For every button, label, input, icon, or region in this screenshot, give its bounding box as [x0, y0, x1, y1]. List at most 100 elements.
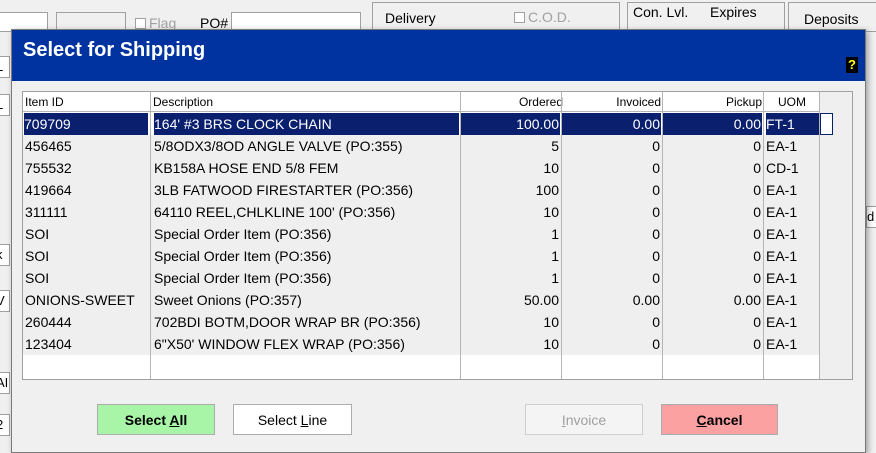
cell-pickup: 0 — [753, 248, 761, 264]
select-for-shipping-dialog: Select for Shipping ? Item ID Descriptio… — [11, 29, 866, 453]
background-left-fragment: L — [0, 56, 10, 78]
cancel-button[interactable]: Cancel — [661, 404, 778, 435]
cell-invoiced: 0 — [652, 314, 660, 330]
cell-description: KB158A HOSE END 5/8 FEM — [154, 160, 339, 176]
grid-right-column — [819, 92, 852, 379]
column-divider — [150, 92, 151, 379]
cell-pickup: 0 — [753, 204, 761, 220]
dialog-title-bar[interactable]: Select for Shipping ? — [12, 30, 865, 81]
table-row[interactable]: 709709 164' #3 BRS CLOCK CHAIN 100.00 0.00 0… — [23, 113, 819, 135]
cell-description: 6"X50' WINDOW FLEX WRAP (PO:356) — [154, 336, 405, 352]
column-header-description[interactable]: Description — [153, 95, 213, 109]
background-right-fragment: d — [866, 206, 876, 228]
shipping-items-grid[interactable]: Item ID Description Ordered Invoiced Pic… — [22, 91, 853, 380]
table-row[interactable]: SOI Special Order Item (PO:356) 1 0 0 EA-1 — [23, 245, 819, 267]
cell-pickup: 0.00 — [663, 113, 762, 135]
background-left-fragment: V — [0, 290, 10, 312]
cell-ordered: 1 — [551, 226, 559, 242]
background-left-fragment: 2 — [0, 414, 10, 436]
cell-item-id: 260444 — [25, 314, 72, 330]
cell-invoiced: 0 — [652, 248, 660, 264]
cell-pickup: 0 — [753, 336, 761, 352]
cell-ordered: 1 — [551, 270, 559, 286]
deposits-label: Deposits — [804, 11, 859, 27]
cell-invoiced: 0 — [652, 182, 660, 198]
select-line-button[interactable]: Select Line — [233, 404, 352, 435]
delivery-label: Delivery — [385, 10, 436, 26]
invoice-button[interactable]: Invoice — [525, 404, 643, 435]
table-row[interactable]: ONIONS-SWEET Sweet Onions (PO:357) 50.00 0.… — [23, 289, 819, 311]
cell-item-id: 311111 — [25, 204, 68, 220]
select-all-button[interactable]: Select All — [97, 404, 215, 435]
cell-description: Special Order Item (PO:356) — [154, 248, 332, 264]
background-left-fragment: AI — [0, 372, 10, 394]
cell-item-id: SOI — [25, 270, 50, 286]
background-left-fragment: k — [0, 244, 10, 266]
table-row[interactable]: 755532 KB158A HOSE END 5/8 FEM 10 0 0 CD-1 — [23, 157, 819, 179]
cell-ordered: 10 — [543, 314, 559, 330]
cell-description: 164' #3 BRS CLOCK CHAIN — [154, 113, 459, 135]
expires-label: Expires — [710, 4, 757, 20]
cell-ordered: 10 — [543, 336, 559, 352]
cell-invoiced: 0.00 — [562, 113, 661, 135]
cell-ordered: 100 — [535, 182, 559, 198]
table-row[interactable]: 260444 702BDI BOTM,DOOR WRAP BR (PO:356) 1… — [23, 311, 819, 333]
cell-uom: EA-1 — [766, 336, 798, 352]
table-row[interactable]: 311111 64110 REEL,CHLKLINE 100' (PO:356) 1… — [23, 201, 819, 223]
cell-ordered: 5 — [551, 138, 559, 154]
cell-description: 64110 REEL,CHLKLINE 100' (PO:356) — [154, 204, 396, 220]
cell-uom: EA-1 — [766, 270, 798, 286]
cell-item-id: 755532 — [25, 160, 72, 176]
cell-uom: EA-1 — [766, 314, 798, 330]
cell-uom: EA-1 — [766, 204, 798, 220]
cell-ordered: 10 — [543, 204, 559, 220]
cell-ordered: 10 — [543, 160, 559, 176]
cell-item-id: 419664 — [25, 182, 72, 198]
table-row[interactable]: 123404 6"X50' WINDOW FLEX WRAP (PO:356) 10… — [23, 333, 819, 355]
con-lvl-label: Con. Lvl. — [633, 4, 689, 20]
cell-invoiced: 0 — [652, 138, 660, 154]
cell-invoiced: 0 — [652, 204, 660, 220]
column-header-uom[interactable]: UOM — [765, 95, 819, 109]
cod-checkbox: C.O.D. — [514, 9, 571, 25]
table-row[interactable]: 419664 3LB FATWOOD FIRESTARTER (PO:356) 10… — [23, 179, 819, 201]
cell-ordered: 50.00 — [523, 292, 559, 308]
cell-item-id: 123404 — [25, 336, 72, 352]
cell-description: Special Order Item (PO:356) — [154, 270, 332, 286]
cell-description: 702BDI BOTM,DOOR WRAP BR (PO:356) — [154, 314, 421, 330]
cell-pickup: 0 — [753, 160, 761, 176]
cell-invoiced: 0.00 — [632, 292, 660, 308]
cell-uom: EA-1 — [766, 248, 798, 264]
cell-invoiced: 0 — [652, 270, 660, 286]
dialog-title: Select for Shipping — [23, 39, 206, 61]
table-row[interactable]: 456465 5/8ODX3/8OD ANGLE VALVE (PO:355) 5 0… — [23, 135, 819, 157]
cell-pickup: 0 — [753, 182, 761, 198]
grid-empty-area — [23, 355, 819, 379]
cell-description: Special Order Item (PO:356) — [154, 226, 332, 242]
cell-item-id: SOI — [25, 248, 50, 264]
cell-pickup: 0.00 — [733, 292, 761, 308]
cell-pickup: 0 — [753, 270, 761, 286]
cell-pickup: 0 — [753, 226, 761, 242]
background-app-strip: Flag PO# Delivery C.O.D. Con. Lvl. Expir… — [0, 0, 876, 32]
cell-item-id: ONIONS-SWEET — [25, 292, 135, 308]
cell-item-id: 456465 — [25, 138, 72, 154]
column-header-item-id[interactable]: Item ID — [25, 95, 64, 109]
column-header-pickup[interactable]: Pickup — [665, 95, 762, 109]
cell-uom: EA-1 — [766, 226, 798, 242]
table-row[interactable]: SOI Special Order Item (PO:356) 1 0 0 EA-1 — [23, 267, 819, 289]
cell-pickup: 0 — [753, 138, 761, 154]
cell-invoiced: 0 — [652, 226, 660, 242]
cell-description: 5/8ODX3/8OD ANGLE VALVE (PO:355) — [154, 138, 403, 154]
uom-edit-cell[interactable] — [820, 113, 833, 135]
cell-description: Sweet Onions (PO:357) — [154, 292, 302, 308]
table-row[interactable]: SOI Special Order Item (PO:356) 1 0 0 EA-1 — [23, 223, 819, 245]
column-divider — [662, 92, 663, 379]
cell-uom: EA-1 — [766, 292, 798, 308]
help-icon[interactable]: ? — [846, 57, 858, 73]
grid-header: Item ID Description Ordered Invoiced Pic… — [23, 92, 852, 112]
column-divider — [763, 92, 764, 379]
cell-item-id: 709709 — [24, 113, 148, 135]
column-header-invoiced[interactable]: Invoiced — [564, 95, 661, 109]
column-header-ordered[interactable]: Ordered — [463, 95, 563, 109]
